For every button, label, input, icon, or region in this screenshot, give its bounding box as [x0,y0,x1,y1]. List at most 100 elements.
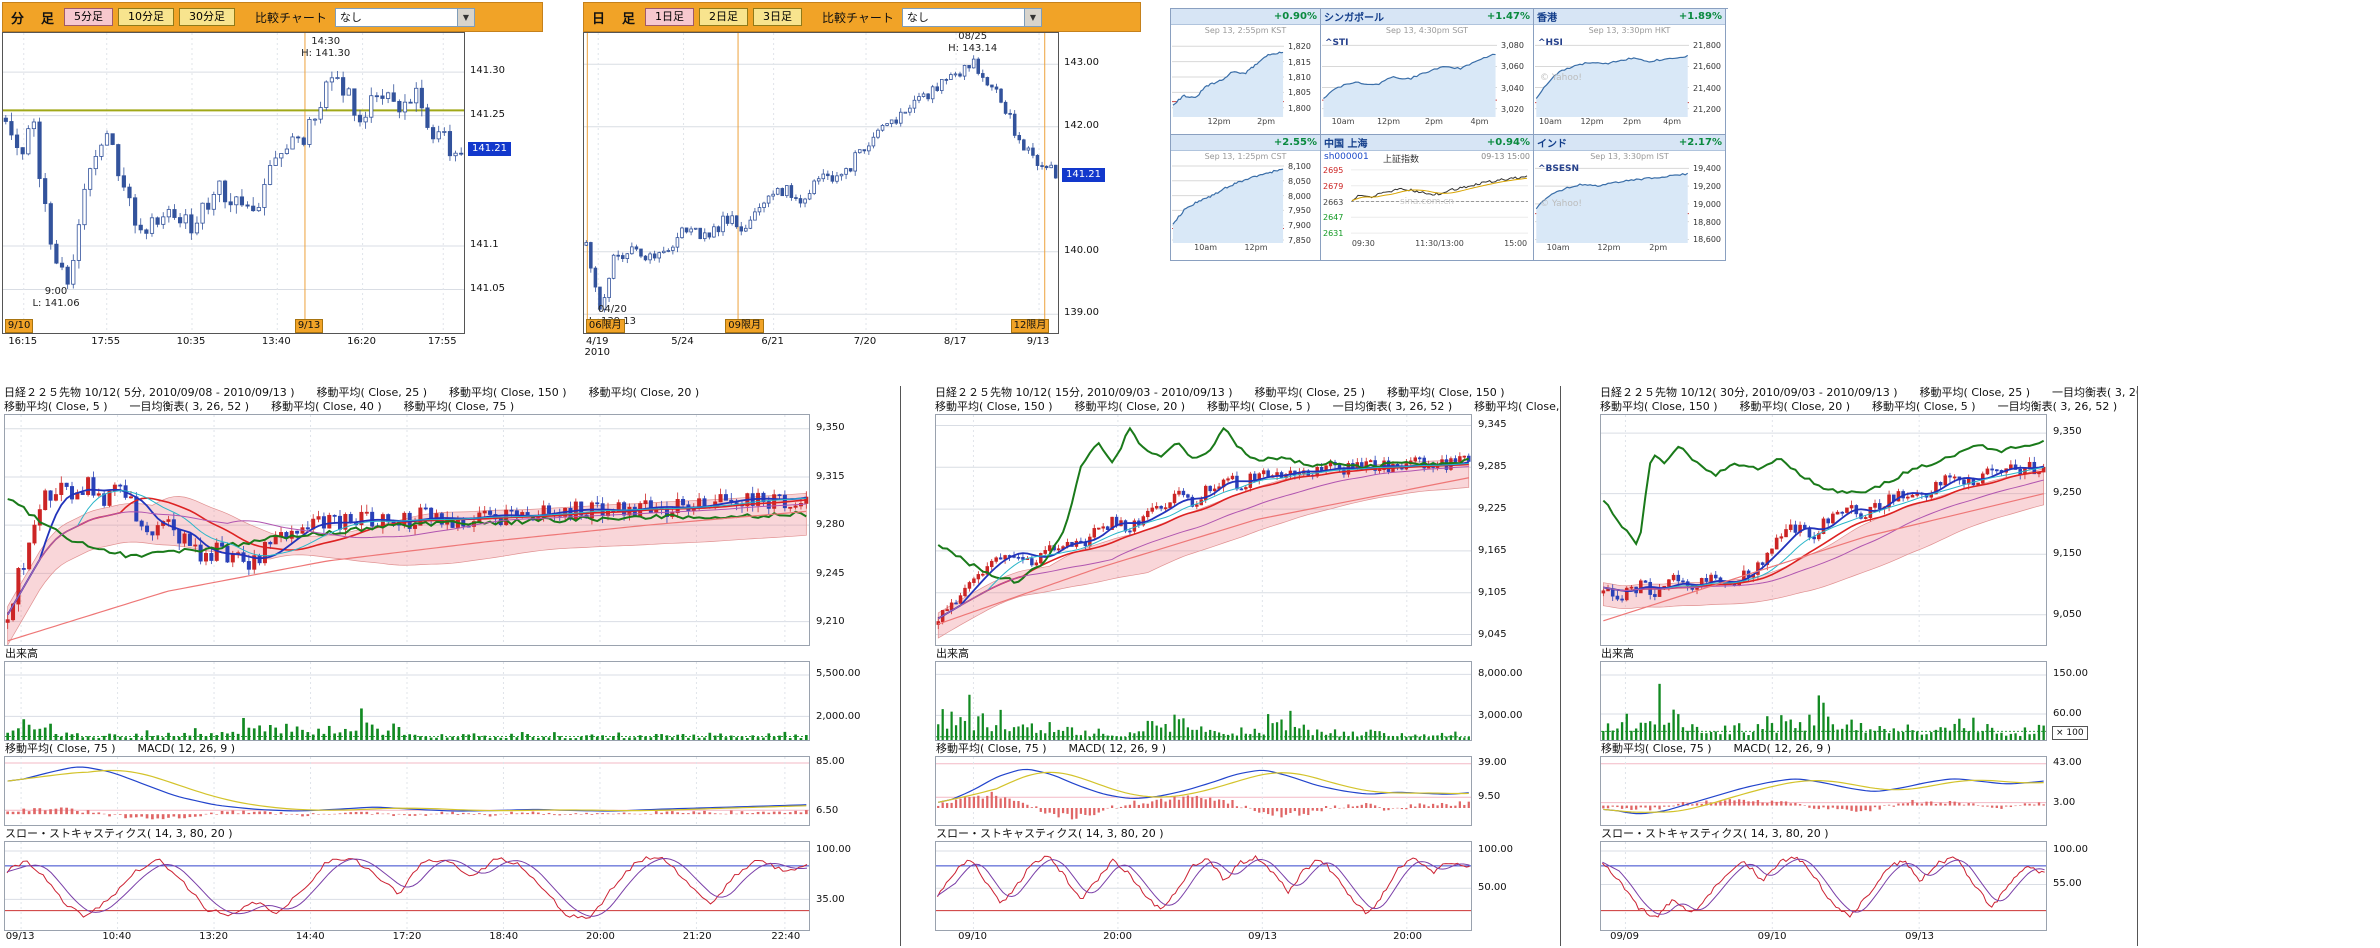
market-ticker: ^BSESN [1538,164,1579,174]
stochastics-pane [935,841,1472,931]
daily-toolbar: 日 足 1日足2日足3日足 比較チャート なし ▼ [583,2,1141,32]
x-axis-label: 09/13 [1905,931,1934,942]
y-axis-label: 100.00 [816,844,851,855]
stochastics-pane-canvas [5,842,809,930]
market-chart-body: Sep 13, 1:25pm CST8,1008,0508,0007,9507,… [1171,151,1320,261]
chart-timestamp: Sep 13, 1:25pm CST [1205,152,1287,161]
stochastics-pane-row: 100.0055.00 [1600,841,2137,931]
x-axis-label: 10:35 [177,336,206,347]
market-mini-chart [1172,163,1284,243]
market-cell-header: +2.55% [1171,135,1320,151]
x-axis-label: 10:40 [102,931,131,942]
compare-chart-label: 比較チャート [822,9,894,26]
macd-pane-row: 85.006.50 [4,756,900,826]
y-axis-label: 3,060 [1501,62,1524,71]
market-cell-3[interactable]: +2.55%Sep 13, 1:25pm CST8,1008,0508,0007… [1171,135,1321,261]
market-cell-2[interactable]: 香港+1.89%Sep 13, 3:30pm HKT^HSI© Yahoo!21… [1534,9,1726,135]
market-name: インド [1537,135,1567,150]
price-pane [935,414,1472,646]
volume-pane-row: 150.0060.00× 100 [1600,661,2137,741]
market-change-percent: +0.90% [1274,11,1317,22]
volume-label: 出来高 [1600,646,2137,661]
macd-pane-yaxis: 85.006.50 [813,756,899,826]
period-button-2[interactable]: 30分足 [179,8,235,26]
market-cell-1[interactable]: シンガポール+1.47%Sep 13, 4:30pm SGT^STI3,0803… [1321,9,1534,135]
time-axis: 09/0909/1009/13 [1600,931,2047,948]
market-cell-header: 香港+1.89% [1534,9,1725,25]
compare-select[interactable]: なし ▼ [902,8,1042,27]
minute-chart-frame: 14:30H: 141.309:00L: 141.069/109/13 141.… [2,32,543,358]
volume-pane-row: 5,500.002,000.00 [4,661,900,741]
chevron-down-icon[interactable]: ▼ [457,9,474,26]
market-cell-5[interactable]: インド+2.17%Sep 13, 3:30pm IST^BSESN© Yahoo… [1534,135,1726,261]
period-button-0[interactable]: 1日足 [645,8,694,26]
x-axis-label: 09/10 [1758,931,1787,942]
y-axis-label: 21,200 [1693,105,1721,114]
x-axis-label: 10am [1547,243,1570,252]
y-axis-label: 150.00 [2053,668,2088,679]
x-axis-label: 18:40 [489,931,518,942]
chart-timestamp: Sep 13, 3:30pm HKT [1589,26,1671,35]
volume-pane [935,661,1472,741]
market-mini-chart [1322,37,1497,117]
y-axis-label: 3,020 [1501,105,1524,114]
price-pane-canvas [1601,415,2046,645]
stochastics-label: スロー・ストキャスティクス( 14, 3, 80, 20 ) [4,826,900,841]
y-axis-label: 9,285 [1478,461,1507,472]
market-chart-body: Sep 13, 3:30pm IST^BSESN© Yahoo!19,40019… [1534,151,1725,261]
macd-pane [1600,756,2047,826]
y-axis-label: 18,600 [1693,235,1721,244]
chevron-down-icon[interactable]: ▼ [1024,9,1041,26]
period-button-0[interactable]: 5分足 [64,8,113,26]
market-cell-header: インド+2.17% [1534,135,1725,151]
yahoo-watermark: © Yahoo! [1540,199,1582,209]
market-cell-0[interactable]: +0.90% Sep 13, 2:55pm KST1,8201,8151,8101… [1171,9,1321,135]
pb-chart-canvas [584,33,1058,333]
market-cell-4[interactable]: 中国 上海+0.94%sh000001上証指数09-13 15:00sina.c… [1321,135,1534,261]
compare-select[interactable]: なし ▼ [335,8,475,27]
x-axis-label: 09:30 [1352,239,1375,248]
x-axis-label: 13:20 [199,931,228,942]
trading-workspace: { "minute_panel": { "toolbar": { "mode_l… [0,0,2380,948]
market-cell-header: +0.90% [1171,9,1320,25]
macd-pane-yaxis: 39.009.50 [1475,756,1559,826]
y-axis-label: 19,000 [1693,200,1721,209]
chart-legend-line-2: 移動平均( Close, 150 ) 移動平均( Close, 20 ) 移動平… [935,400,1560,414]
x-axis-label: 17:55 [428,336,457,347]
y-axis-label: 8,100 [1288,162,1311,171]
volume-pane-yaxis: 5,500.002,000.00 [813,661,899,741]
mini-chart-xaxis: 10am12pm2pm [1535,243,1689,255]
y-axis-label: 60.00 [2053,708,2082,719]
macd-label: 移動平均( Close, 75 ) MACD( 12, 26, 9 ) [4,741,900,756]
y-axis-label: 43.00 [2053,757,2082,768]
stochastics-pane-canvas [1601,842,2046,930]
chart-legend-line-2: 移動平均( Close, 5 ) 一目均衡表( 3, 26, 52 ) 移動平均… [4,400,900,414]
price-pane-row: 9,3509,3159,2809,2459,210 [4,414,900,646]
market-chart-body: Sep 13, 2:55pm KST1,8201,8151,8101,8051,… [1171,25,1320,135]
daily-chart-xaxis: 4/1920105/246/217/208/179/13 [583,336,1059,356]
y-axis-label: 9,315 [816,471,845,482]
y-axis-label: 3,000.00 [1478,710,1523,721]
market-name: シンガポール [1324,9,1384,24]
market-cell-header: シンガポール+1.47% [1321,9,1533,25]
y-axis-label: 9,225 [1478,503,1507,514]
period-button-1[interactable]: 10分足 [118,8,174,26]
market-chart-body: sh000001上証指数09-13 15:00sina.com.cn269526… [1321,151,1533,261]
period-button-2[interactable]: 3日足 [753,8,802,26]
x-axis-label: 09/13 [6,931,35,942]
period-button-1[interactable]: 2日足 [699,8,748,26]
x-axis-label: 16:15 [8,336,37,347]
x-axis-label: 2pm [1623,117,1641,126]
x-axis-label: 10am [1332,117,1355,126]
minute-chart-xaxis: 16:1517:5510:3513:4016:2017:55 [2,336,465,356]
y-axis-label: 141.25 [470,109,505,120]
chart-legend-line-2: 移動平均( Close, 150 ) 移動平均( Close, 20 ) 移動平… [1600,400,2137,414]
y-axis-label: 9,350 [2053,426,2082,437]
yahoo-mini-chart [1172,37,1284,117]
y-axis-label: 9,250 [2053,487,2082,498]
y-axis-label: 50.00 [1478,882,1507,893]
x-axis-label: 16:20 [347,336,376,347]
y-axis-label: 2663 [1323,198,1343,207]
y-axis-label: 5,500.00 [816,668,861,679]
market-name: 香港 [1537,9,1557,24]
